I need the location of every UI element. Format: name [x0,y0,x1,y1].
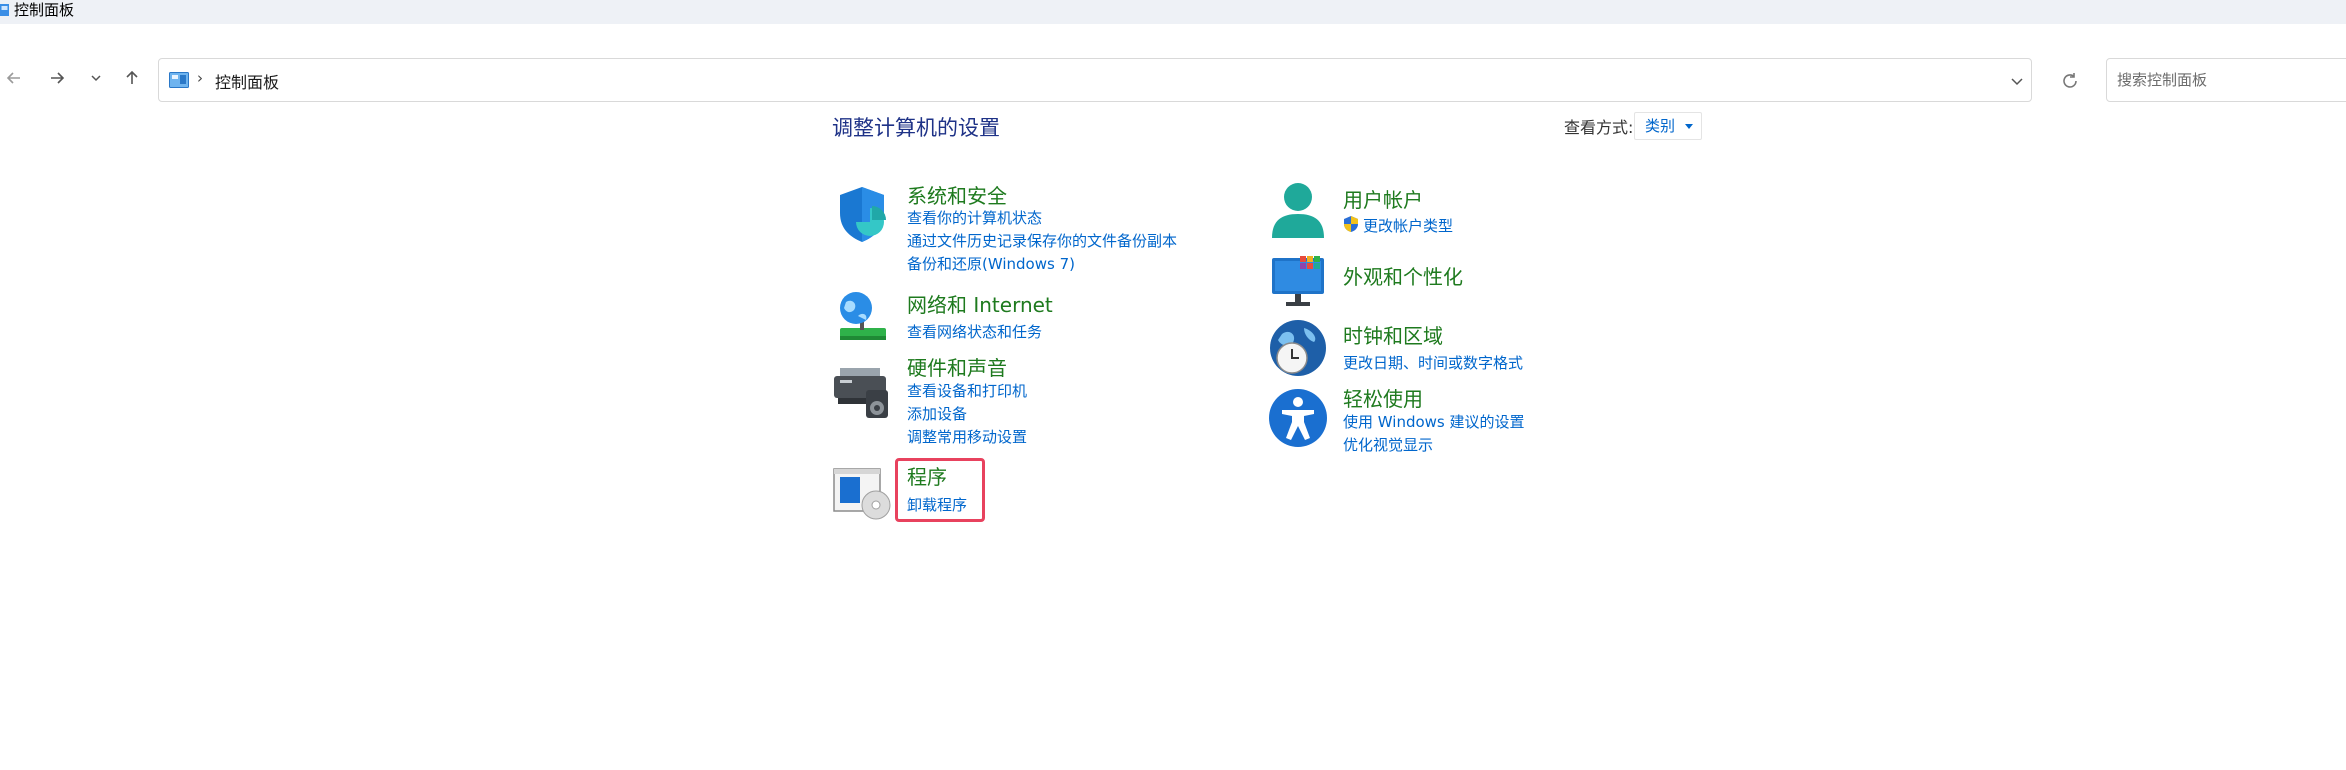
category-appearance-personalization[interactable]: 外观和个性化 [1343,261,1463,290]
arrow-right-icon [51,72,65,84]
search-box[interactable] [2106,58,2346,102]
view-by-value: 类别 [1645,117,1676,135]
link-view-network-status[interactable]: 查看网络状态和任务 [907,321,1042,342]
refresh-icon[interactable] [2056,67,2084,95]
category-clock-region[interactable]: 时钟和区域 [1343,320,1443,349]
category-programs[interactable]: 程序 [907,461,947,490]
accessibility-icon[interactable] [1268,388,1328,448]
arrow-up-icon [126,70,138,84]
breadcrumb-control-panel[interactable]: 控制面板 [215,69,279,93]
up-button[interactable] [118,64,146,92]
back-button[interactable] [0,64,28,92]
programs-disc-icon[interactable] [832,463,892,523]
link-optimize-visual-display[interactable]: 优化视觉显示 [1343,434,1433,455]
monitor-personalization-icon[interactable] [1268,252,1328,312]
link-backup-restore[interactable]: 备份和还原(Windows 7) [907,253,1075,274]
user-account-icon[interactable] [1268,180,1328,240]
caret-down-icon [1685,124,1693,129]
network-globe-icon[interactable] [832,288,892,348]
link-windows-recommended-settings[interactable]: 使用 Windows 建议的设置 [1343,411,1525,432]
uac-shield-icon [1344,216,1358,232]
arrow-left-icon [6,72,20,84]
link-file-history-backup[interactable]: 通过文件历史记录保存你的文件备份副本 [907,230,1177,251]
window-title: 控制面板 [14,1,75,19]
view-by-dropdown[interactable]: 类别 [1634,112,1702,140]
search-input[interactable] [2117,69,2337,91]
link-mobility-settings[interactable]: 调整常用移动设置 [907,426,1027,447]
title-bar: 控制面板 [0,0,2346,24]
link-change-account-type[interactable]: 更改帐户类型 [1363,215,1453,236]
control-panel-icon [169,72,189,88]
link-add-device[interactable]: 添加设备 [907,403,967,424]
category-ease-of-access[interactable]: 轻松使用 [1343,383,1423,412]
category-network-internet[interactable]: 网络和 Internet [907,289,1053,318]
breadcrumb-separator: › [197,69,203,87]
link-view-computer-status[interactable]: 查看你的计算机状态 [907,207,1042,228]
chevron-down-icon[interactable] [2009,73,2025,89]
view-by-label: 查看方式: [1564,118,1634,137]
link-change-date-time-format[interactable]: 更改日期、时间或数字格式 [1343,352,1523,373]
printer-speaker-icon[interactable] [832,364,892,424]
link-devices-printers[interactable]: 查看设备和打印机 [907,380,1027,401]
category-hardware-sound[interactable]: 硬件和声音 [907,352,1007,381]
control-panel-icon [0,4,9,16]
page-title: 调整计算机的设置 [832,116,1000,140]
chevron-down-icon [91,75,101,82]
address-bar[interactable]: › 控制面板 [158,58,2032,102]
link-uninstall-program[interactable]: 卸载程序 [907,494,967,515]
category-system-security[interactable]: 系统和安全 [907,180,1007,209]
category-user-accounts[interactable]: 用户帐户 [1343,184,1423,213]
shield-icon[interactable] [832,184,892,244]
globe-clock-icon[interactable] [1268,318,1328,378]
recent-locations-button[interactable] [82,64,110,92]
navigation-bar: › 控制面板 [0,24,2346,102]
forward-button[interactable] [43,64,71,92]
